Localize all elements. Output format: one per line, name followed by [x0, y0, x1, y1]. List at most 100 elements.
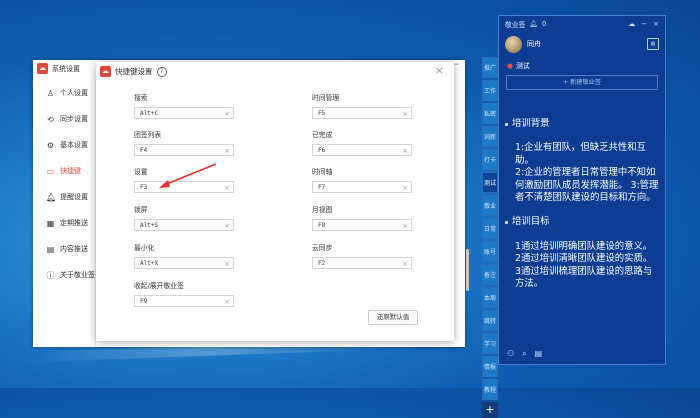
field-label: 收起/展开敬业签	[134, 282, 184, 290]
sidebar-item-label: 快捷键	[60, 167, 81, 175]
sidebar-item-label: 关于敬业签	[60, 271, 95, 279]
category-header: ● 测试	[499, 56, 665, 70]
clear-icon[interactable]: ×	[402, 182, 408, 194]
avatar[interactable]	[505, 35, 522, 53]
tab-category[interactable]: 备注	[482, 264, 498, 285]
sidebar-item-about[interactable]: ⓘ 关于敬业签	[33, 262, 96, 288]
field-label: 月视图	[312, 206, 333, 214]
sidebar-item-shortcuts[interactable]: ▭ 快捷键	[33, 158, 95, 184]
add-category-button[interactable]: +	[482, 402, 498, 418]
clear-icon[interactable]: ×	[402, 145, 408, 157]
note-content[interactable]: 培训背景 1:企业有团队，但缺乏共性和互助。 2:企业的管理者日常管理中不知如何…	[502, 118, 662, 346]
sidebar-item-sync[interactable]: ⟲ 同步设置	[33, 106, 95, 132]
info-icon: ⓘ	[46, 270, 55, 280]
section-heading: 培训背景	[505, 118, 662, 130]
tab-category[interactable]: 日常	[482, 218, 498, 239]
shortcut-input[interactable]: F4 ×	[134, 144, 234, 156]
shortcut-input[interactable]: F9 ×	[134, 295, 234, 307]
tab-category[interactable]: 敬业	[482, 195, 498, 216]
search-icon[interactable]: ⌕	[522, 349, 526, 359]
clear-icon[interactable]: ×	[224, 296, 230, 308]
clear-icon[interactable]: ×	[402, 258, 408, 270]
shortcut-value: F2	[318, 260, 326, 267]
tab-category[interactable]: 本周	[482, 287, 498, 308]
clear-icon[interactable]: ×	[224, 220, 230, 232]
minimize-icon[interactable]: −	[641, 20, 647, 28]
close-icon[interactable]: ×	[653, 20, 659, 28]
shortcut-input[interactable]: F7 ×	[312, 181, 412, 193]
sidebar-item-basic[interactable]: ⚙ 基本设置	[33, 132, 95, 158]
tab-category[interactable]: 工作	[482, 80, 498, 101]
note-paragraph: 3通过培训梳理团队建设的思路与方法。	[515, 265, 653, 290]
shortcut-value: F5	[318, 110, 326, 117]
tab-category[interactable]: 推广	[482, 57, 498, 78]
tab-category[interactable]: 教程	[482, 379, 498, 400]
sidebar-item-reminders[interactable]: 🔔︎ 提醒设置	[33, 184, 95, 210]
shortcut-input[interactable]: F5 ×	[312, 107, 412, 119]
shortcut-input[interactable]: F2 ×	[312, 257, 412, 269]
tab-category[interactable]: 跳转	[482, 310, 498, 331]
sidebar-item-content-push[interactable]: ▤ 内容推送	[33, 236, 95, 262]
tab-category[interactable]: 学习	[482, 333, 498, 354]
user-row: 同舟 ▦	[499, 32, 665, 56]
calendar-icon[interactable]: ▦	[647, 38, 659, 50]
sidebar-item-label: 同步设置	[60, 115, 88, 123]
calendar-icon: ▦	[46, 218, 55, 228]
sidebar-item-label: 基本设置	[60, 141, 88, 149]
clear-icon[interactable]: ×	[224, 145, 230, 157]
field-label: 最小化	[134, 244, 155, 252]
bell-icon[interactable]: 🔔︎	[529, 20, 538, 28]
shortcut-input[interactable]: Alt+X ×	[134, 257, 234, 269]
clear-icon[interactable]: ×	[224, 258, 230, 270]
sidebar-item-personal[interactable]: ♙ 个人设置	[33, 80, 95, 106]
clear-icon[interactable]: ×	[224, 108, 230, 120]
keyboard-icon: ▭	[46, 166, 55, 176]
team-icon[interactable]: ⚇	[507, 349, 514, 359]
cloud-icon[interactable]: ☁	[628, 20, 635, 28]
close-icon[interactable]: ×	[435, 64, 444, 77]
shortcut-input[interactable]: F8 ×	[312, 219, 412, 231]
shortcut-input[interactable]: F6 ×	[312, 144, 412, 156]
app-name: 敬业签	[505, 21, 526, 29]
clear-icon[interactable]: ×	[402, 220, 408, 232]
tab-category[interactable]: 情报	[482, 356, 498, 377]
shortcut-value: F7	[318, 184, 326, 191]
settings-sidebar: ♙ 个人设置 ⟲ 同步设置 ⚙ 基本设置 ▭ 快捷键 🔔︎ 提醒设置 ▦ 定期推…	[33, 80, 96, 347]
settings-titlebar: ☁ 系统设置	[37, 63, 80, 74]
bell-icon: 🔔︎	[46, 192, 57, 202]
clear-icon[interactable]: ×	[402, 108, 408, 120]
tab-category[interactable]: 账号	[482, 241, 498, 262]
shortcut-field-toggle: 收起/展开敬业签 F9 ×	[134, 280, 234, 307]
field-label: 时间管理	[312, 94, 340, 102]
restore-defaults-button[interactable]: 还原默认值	[368, 310, 418, 325]
shortcut-value: Alt+S	[140, 222, 159, 229]
list-icon[interactable]: ▤	[535, 349, 543, 359]
tab-category[interactable]: 词新	[482, 126, 498, 147]
tab-category[interactable]: 打卡	[482, 149, 498, 170]
gear-icon: ⚙	[46, 140, 55, 150]
clear-icon[interactable]: ×	[224, 182, 230, 194]
sidebar-item-label: 提醒设置	[60, 193, 88, 201]
sidebar-item-scheduled-push[interactable]: ▦ 定期推送	[33, 210, 95, 236]
tab-category[interactable]: 私密	[482, 103, 498, 124]
sync-icon: ⟲	[47, 114, 54, 124]
field-label: 时间轴	[312, 168, 333, 176]
sidebar-item-label: 内容推送	[60, 245, 88, 253]
shortcut-field-team-list: 团签列表 F4 ×	[134, 129, 234, 156]
tab-category-active[interactable]: 测试	[482, 172, 498, 193]
shortcut-input[interactable]: Alt+S ×	[134, 219, 234, 231]
note-paragraph: 1:企业有团队，但缺乏共性和互助。	[515, 142, 646, 166]
note-paragraph: 1通过培训明确团队建设的意义。	[515, 240, 653, 252]
sidebar-item-label: 定期推送	[60, 219, 88, 227]
dialog-scrollbar[interactable]	[466, 249, 469, 291]
shortcut-field-timeline: 时间轴 F7 ×	[312, 166, 412, 193]
new-note-button[interactable]: + 新建敬业签	[506, 75, 658, 90]
field-label: 已完成	[312, 131, 333, 139]
shortcut-value: Alt+X	[140, 260, 159, 267]
help-icon[interactable]: ?	[156, 66, 167, 77]
user-icon: ♙	[46, 88, 55, 98]
dialog-title: 快捷键设置	[115, 67, 153, 76]
shortcut-field-completed: 已完成 F6 ×	[312, 129, 412, 156]
category-tabs: 推广 工作 私密 词新 打卡 测试 敬业 日常 账号 备注 本周 跳转 学习 情…	[482, 57, 498, 418]
shortcut-input[interactable]: Alt+C ×	[134, 107, 234, 119]
